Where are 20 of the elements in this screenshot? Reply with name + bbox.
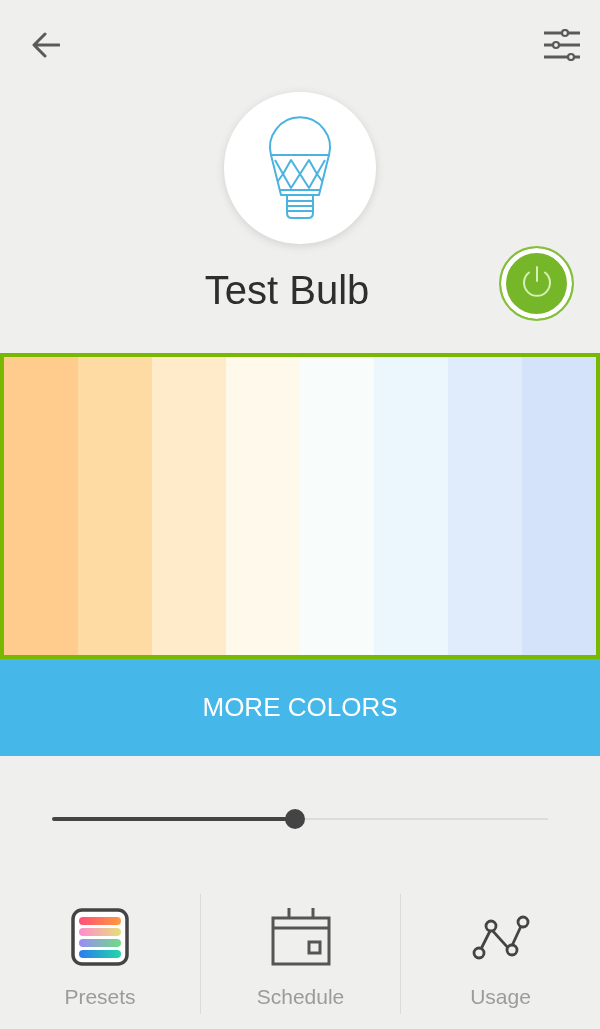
color-swatch[interactable]	[226, 357, 300, 655]
color-swatch[interactable]	[374, 357, 448, 655]
back-icon[interactable]	[32, 32, 60, 58]
calendar-icon	[270, 908, 331, 966]
color-swatch[interactable]	[78, 357, 152, 655]
nav-button[interactable]: Schedule	[200, 894, 400, 1014]
color-swatch[interactable]	[4, 357, 78, 655]
light-bulb-icon	[224, 92, 376, 244]
color-swatch[interactable]	[448, 357, 522, 655]
device-name: Test Bulb	[204, 267, 370, 314]
nav-button[interactable]: Usage	[400, 894, 600, 1014]
settings-icon[interactable]	[544, 29, 580, 61]
color-bars-icon	[71, 908, 129, 966]
more-colors-button[interactable]: MORE COLORS	[0, 659, 600, 756]
nav-button[interactable]: Presets	[0, 894, 200, 1014]
line-graph-icon	[471, 915, 530, 960]
color-swatch[interactable]	[300, 357, 374, 655]
color-swatch[interactable]	[522, 357, 596, 655]
color-swatch[interactable]	[152, 357, 226, 655]
slider-thumb[interactable]	[285, 808, 306, 829]
